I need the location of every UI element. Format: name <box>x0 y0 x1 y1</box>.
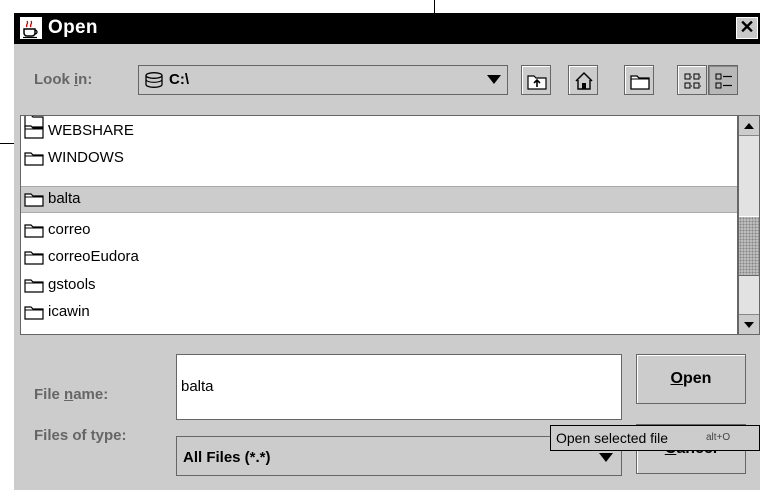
arrow-down-icon <box>744 322 754 328</box>
list-item[interactable]: gstools <box>21 272 737 299</box>
chevron-down-icon[interactable] <box>487 75 501 84</box>
file-name-text: WEBSHARE <box>48 122 134 139</box>
folder-icon <box>24 152 44 166</box>
look-in-value: C:\ <box>169 71 189 88</box>
arrow-up-icon <box>744 123 754 129</box>
close-button[interactable]: ✕ <box>736 17 758 39</box>
window-title: Open <box>48 17 98 38</box>
list-view-icon <box>684 73 702 89</box>
file-name-text: balta <box>48 190 81 207</box>
tooltip-shortcut: alt+O <box>706 432 731 443</box>
title-bar: Open ✕ <box>14 13 760 44</box>
tooltip-text: Open selected file <box>556 430 669 446</box>
callout-line-top <box>434 0 435 13</box>
details-view-button[interactable] <box>708 65 738 95</box>
look-in-label: Look in: <box>34 71 93 88</box>
folder-icon <box>24 251 44 265</box>
vertical-scrollbar[interactable] <box>738 115 760 335</box>
close-icon: ✕ <box>739 17 755 37</box>
open-button[interactable]: Open <box>636 354 746 404</box>
chevron-down-icon[interactable] <box>599 453 613 462</box>
hard-drive-icon <box>145 72 163 88</box>
tooltip: Open selected file alt+O <box>550 425 760 451</box>
file-name-label: File name: <box>34 386 109 403</box>
list-item[interactable]: icawin <box>21 299 737 326</box>
home-button[interactable] <box>568 65 598 95</box>
folder-icon <box>24 306 44 320</box>
list-item-selected[interactable]: balta <box>21 186 737 213</box>
scroll-down-button[interactable] <box>739 314 759 334</box>
list-item[interactable]: WINDOWS <box>21 145 737 172</box>
scroll-up-button[interactable] <box>739 116 759 136</box>
scroll-thumb[interactable] <box>739 216 759 276</box>
file-name-text: icawin <box>48 303 90 320</box>
file-name-input[interactable]: balta <box>176 354 622 420</box>
file-name-text: WINDOWS <box>48 149 124 166</box>
look-in-combobox[interactable]: C:\ <box>138 65 508 95</box>
new-folder-icon <box>630 75 650 90</box>
up-one-level-button[interactable] <box>521 65 551 95</box>
files-of-type-value: All Files (*.*) <box>183 449 271 466</box>
folder-icon <box>24 125 44 139</box>
folder-icon <box>24 279 44 293</box>
list-view-button[interactable] <box>677 65 707 95</box>
list-item[interactable]: WEBSHARE <box>21 118 737 145</box>
list-item[interactable]: correo <box>21 217 737 244</box>
files-of-type-label: Files of type: <box>34 427 127 444</box>
file-name-text: correoEudora <box>48 248 139 265</box>
java-cup-icon <box>20 17 42 39</box>
folder-icon <box>24 193 44 207</box>
callout-line <box>0 143 14 144</box>
file-name-text: correo <box>48 221 91 238</box>
file-name-text: gstools <box>48 276 96 293</box>
folder-icon <box>24 224 44 238</box>
list-item[interactable]: correoEudora <box>21 244 737 271</box>
new-folder-button[interactable] <box>624 65 654 95</box>
details-view-icon <box>715 73 732 89</box>
home-icon <box>575 71 593 90</box>
file-list[interactable]: WEBSHARE WINDOWS balta correo correoEudo… <box>20 115 738 335</box>
folder-up-icon <box>527 75 547 90</box>
